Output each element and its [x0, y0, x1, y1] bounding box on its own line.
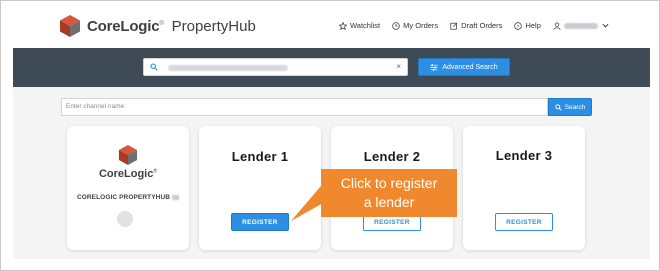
sliders-icon [430, 63, 438, 71]
nav-my-orders-label: My Orders [403, 21, 439, 30]
user-name-redacted [563, 22, 598, 29]
lender-title: Lender 1 [231, 149, 289, 164]
lender-title: Lender 2 [363, 149, 421, 164]
user-menu[interactable] [553, 22, 609, 30]
nav-watchlist-label: Watchlist [350, 21, 381, 30]
corelogic-cube-icon [118, 145, 138, 165]
corelogic-cube-icon [60, 15, 80, 37]
lender-card-3[interactable]: Lender 3 REGISTER [463, 126, 585, 250]
svg-text:?: ? [517, 23, 520, 29]
product-name: PropertyHub [171, 17, 256, 35]
corelogic-logo[interactable]: CoreLogic® PropertyHub [59, 14, 256, 38]
annotation-callout: Click to register a lender [321, 169, 457, 217]
star-icon [339, 21, 347, 30]
corelogic-channel-name: CORELOGIC PROPERTYHUB [67, 194, 189, 201]
search-band: × Advanced Search [13, 48, 650, 87]
register-button-lender-3[interactable]: REGISTER [495, 213, 553, 231]
search-icon [150, 63, 158, 71]
nav-draft-orders-label: Draft Orders [461, 21, 503, 30]
help-icon: ? [514, 21, 523, 29]
channel-search-button[interactable]: Search [548, 98, 592, 116]
nav-help-label: Help [525, 21, 541, 30]
register-button-lender-1[interactable]: REGISTER [231, 213, 289, 231]
callout-line-2: a lender [363, 194, 415, 210]
card-logo-word: CoreLogic® [98, 168, 158, 180]
corelogic-channel-card[interactable]: CoreLogic® CORELOGIC PROPERTYHUB [67, 126, 189, 250]
avatar [117, 211, 133, 227]
edit-icon [450, 22, 458, 30]
chevron-down-icon [602, 23, 609, 28]
nav-draft-orders[interactable]: Draft Orders [450, 21, 502, 30]
clear-icon[interactable]: × [396, 62, 401, 71]
card-corelogic-logo: CoreLogic® [67, 144, 189, 180]
advanced-search-label: Advanced Search [442, 63, 498, 71]
property-search-input[interactable]: × [143, 58, 408, 76]
brand-name: CoreLogic® [87, 17, 164, 35]
top-header: CoreLogic® PropertyHub Watchlist My Orde… [1, 1, 659, 53]
nav-my-orders[interactable]: My Orders [392, 21, 438, 30]
callout-line-1: Click to register [340, 175, 438, 191]
lender-title: Lender 3 [495, 148, 553, 163]
search-value-redacted [168, 65, 288, 71]
user-icon [553, 22, 561, 30]
top-nav: Watchlist My Orders Draft Orders ? Help [339, 21, 609, 30]
nav-watchlist[interactable]: Watchlist [339, 21, 380, 30]
clock-icon [392, 21, 400, 30]
channel-search-label: Search [564, 103, 586, 111]
screenshot-frame: CoreLogic® PropertyHub Watchlist My Orde… [0, 0, 660, 271]
channel-name-input[interactable]: Enter channel name [61, 98, 548, 116]
search-icon [555, 103, 562, 111]
callout-pointer [291, 186, 325, 221]
advanced-search-button[interactable]: Advanced Search [418, 58, 510, 76]
nav-help[interactable]: ? Help [514, 21, 541, 30]
